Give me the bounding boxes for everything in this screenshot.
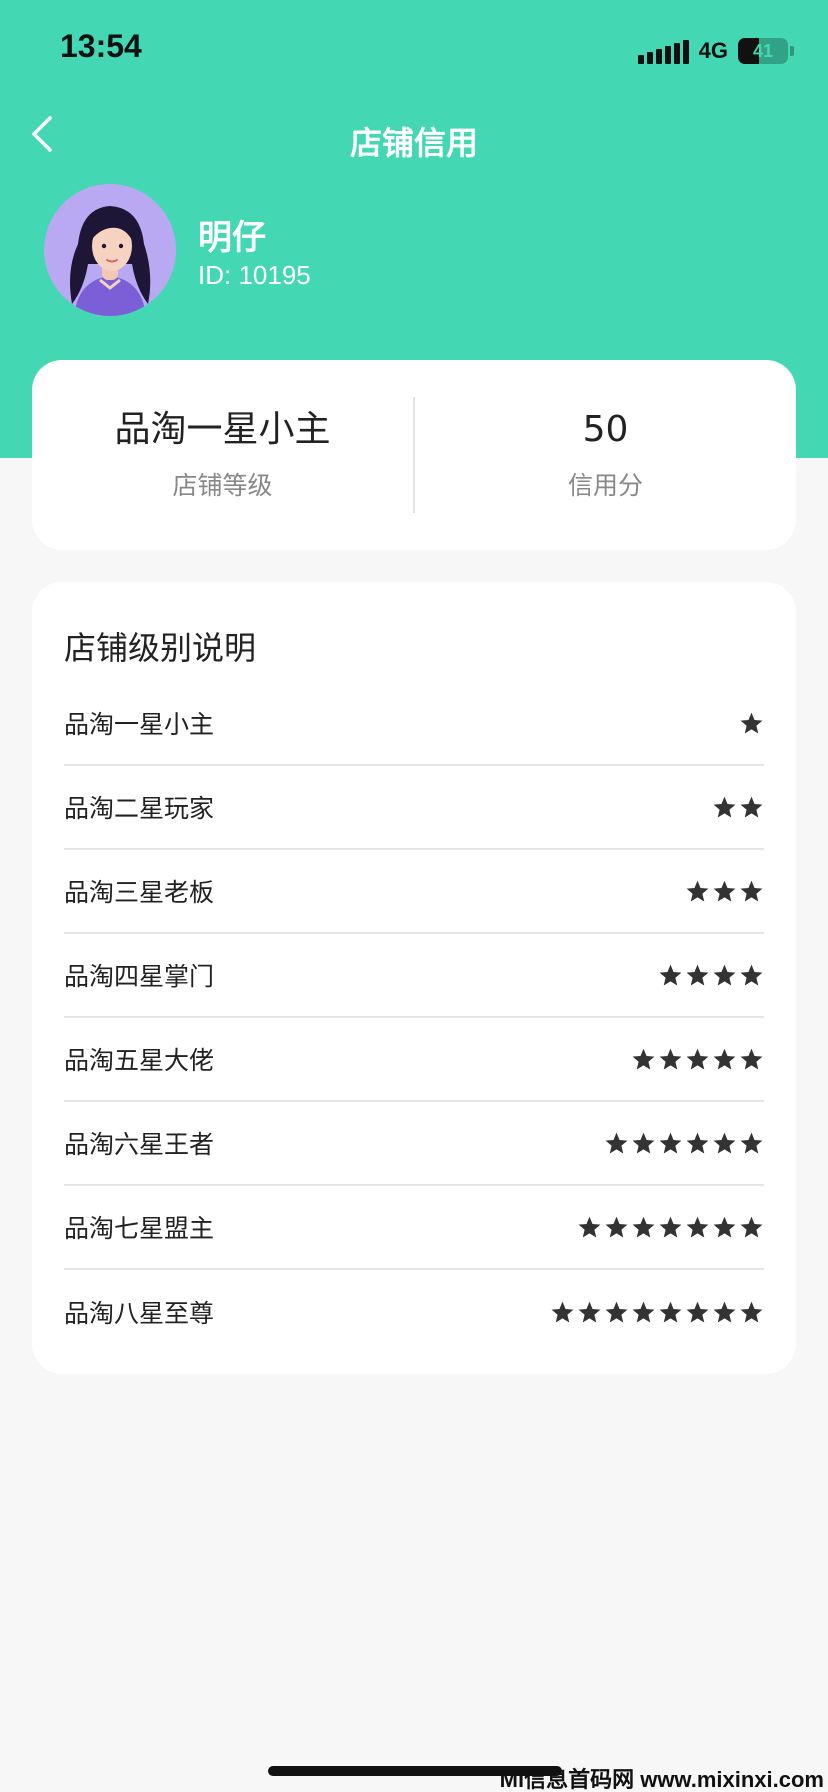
star-icon: [740, 1301, 763, 1322]
level-row: 品淘七星盟主: [64, 1186, 764, 1270]
star-icon: [578, 1216, 601, 1237]
star-icon: [632, 1048, 655, 1069]
star-icon: [713, 796, 736, 817]
level-row: 品淘五星大佬: [64, 1018, 764, 1102]
battery-cap: [790, 46, 794, 56]
star-icon: [632, 1132, 655, 1153]
star-icon: [740, 964, 763, 985]
star-icon: [605, 1132, 628, 1153]
star-icon: [713, 1048, 736, 1069]
star-icon: [578, 1301, 601, 1322]
star-icon: [740, 712, 763, 733]
level-row: 品淘八星至尊: [64, 1270, 764, 1354]
star-icon: [686, 1048, 709, 1069]
level-name: 品淘七星盟主: [64, 1214, 215, 1243]
star-icon: [686, 1216, 709, 1237]
star-icon: [713, 964, 736, 985]
store-level-block: 品淘一星小主 店铺等级: [32, 408, 413, 502]
star-icon: [740, 1048, 763, 1069]
star-icon: [551, 1301, 574, 1322]
star-icon: [659, 964, 682, 985]
level-row: 品淘六星王者: [64, 1102, 764, 1186]
star-icon: [632, 1301, 655, 1322]
star-icon: [686, 1301, 709, 1322]
level-name: 品淘六星王者: [64, 1130, 215, 1159]
store-level-value: 品淘一星小主: [114, 409, 331, 450]
avatar-woman-illustration: [44, 184, 176, 316]
battery-icon: 41: [738, 38, 788, 64]
level-stars: [712, 795, 764, 820]
star-icon: [605, 1216, 628, 1237]
user-id: ID: 10195: [198, 260, 311, 290]
level-list: 品淘一星小主 品淘二星玩家 品淘三星老板 品淘四星掌门 品淘五星大佬 品淘六星王者 品淘七星…: [64, 682, 764, 1354]
store-level-label: 店铺等级: [172, 471, 273, 500]
star-icon: [686, 964, 709, 985]
network-type: 4G: [698, 38, 728, 63]
credit-score-value: 50: [582, 409, 629, 450]
star-icon: [659, 1132, 682, 1153]
avatar: [44, 184, 176, 316]
star-icon: [686, 1132, 709, 1153]
star-icon: [605, 1301, 628, 1322]
star-icon: [659, 1048, 682, 1069]
level-name: 品淘四星掌门: [64, 962, 215, 991]
cellular-signal-icon: [637, 38, 689, 64]
status-time: 13:54: [60, 28, 142, 64]
level-stars: [685, 879, 764, 904]
star-icon: [740, 1216, 763, 1237]
level-row: 品淘一星小主: [64, 682, 764, 766]
level-description-title: 店铺级别说明: [64, 629, 257, 667]
level-name: 品淘八星至尊: [64, 1299, 215, 1328]
star-icon: [713, 880, 736, 901]
star-icon: [659, 1301, 682, 1322]
credit-score-label: 信用分: [567, 471, 643, 500]
level-stars: [631, 1047, 764, 1072]
star-icon: [713, 1301, 736, 1322]
level-name: 品淘二星玩家: [64, 794, 215, 823]
credit-score-block: 50 信用分: [415, 408, 796, 502]
level-name: 品淘一星小主: [64, 710, 215, 739]
star-icon: [713, 1132, 736, 1153]
battery-level-text: 41: [752, 40, 774, 61]
watermark-text: Mi信息首码网 www.mixinxi.com: [499, 1767, 824, 1792]
star-icon: [740, 880, 763, 901]
level-stars: [550, 1300, 764, 1325]
star-icon: [632, 1216, 655, 1237]
page-title: 店铺信用: [349, 124, 478, 162]
level-name: 品淘三星老板: [64, 878, 215, 907]
star-icon: [659, 1216, 682, 1237]
level-stars: [604, 1131, 764, 1156]
star-icon: [740, 796, 763, 817]
level-row: 品淘三星老板: [64, 850, 764, 934]
credit-summary-card: 品淘一星小主 店铺等级 50 信用分: [32, 360, 796, 550]
level-description-card: 店铺级别说明 品淘一星小主 品淘二星玩家 品淘三星老板 品淘四星掌门 品淘五星大佬 品淘六…: [32, 582, 796, 1374]
star-icon: [740, 1132, 763, 1153]
star-icon: [686, 880, 709, 901]
status-indicators: 4G 41: [637, 34, 794, 68]
level-stars: [577, 1215, 764, 1240]
level-stars: [739, 711, 764, 736]
level-row: 品淘二星玩家: [64, 766, 764, 850]
star-icon: [713, 1216, 736, 1237]
user-name: 明仔: [198, 218, 266, 258]
level-row: 品淘四星掌门: [64, 934, 764, 1018]
level-stars: [658, 963, 764, 988]
level-name: 品淘五星大佬: [64, 1046, 215, 1075]
status-bar: 13:54 4G 41: [0, 0, 828, 100]
